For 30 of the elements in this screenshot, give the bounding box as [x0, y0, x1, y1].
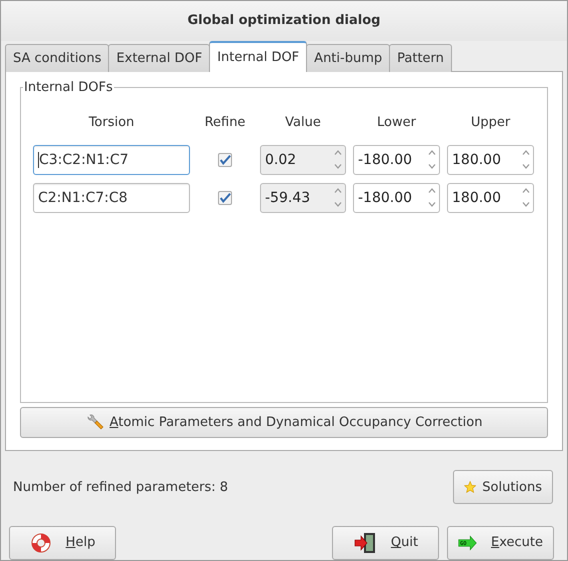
status-text: Number of refined parameters: 8: [13, 480, 228, 495]
column-header: Value: [284, 114, 322, 132]
column-header: Torsion: [88, 114, 136, 132]
value-spinbox[interactable]: -59.43: [260, 182, 346, 213]
wrench-icon: [86, 414, 104, 430]
tab[interactable]: External DOF: [108, 44, 210, 72]
lower-spinbox[interactable]: -180.00: [353, 144, 440, 175]
atomic-parameters-button[interactable]: Atomic Parameters and Dynamical Occupancy Correction: [20, 406, 548, 438]
upper-spinbox[interactable]: 180.00: [447, 182, 534, 213]
column-header: Refine: [204, 114, 246, 132]
lifebuoy-icon: [30, 532, 52, 554]
tab[interactable]: Pattern: [389, 44, 452, 72]
quit-button[interactable]: Quit: [332, 526, 439, 560]
lower-spinbox[interactable]: -180.00: [353, 182, 440, 213]
torsion-field[interactable]: C3:C2:N1:C7: [33, 144, 190, 175]
torsion-field[interactable]: C2:N1:C7:C8: [33, 182, 190, 213]
column-header: Upper: [470, 114, 512, 132]
help-button[interactable]: Help: [9, 526, 116, 560]
column-header: Lower: [376, 114, 417, 132]
group-title: Internal DOFs: [23, 80, 114, 95]
upper-spinbox[interactable]: 180.00: [447, 144, 534, 175]
solutions-button[interactable]: Solutions: [453, 470, 553, 504]
tab[interactable]: Anti-bump: [306, 44, 390, 72]
value-spinbox[interactable]: 0.02: [260, 144, 346, 175]
refine-checkbox[interactable]: [218, 152, 232, 167]
tab[interactable]: Internal DOF: [209, 40, 308, 72]
exit-door-icon: [352, 530, 377, 555]
window-title: Global optimization dialog: [1, 1, 567, 41]
refine-checkbox[interactable]: [218, 190, 232, 205]
tab[interactable]: SA conditions: [5, 44, 110, 72]
